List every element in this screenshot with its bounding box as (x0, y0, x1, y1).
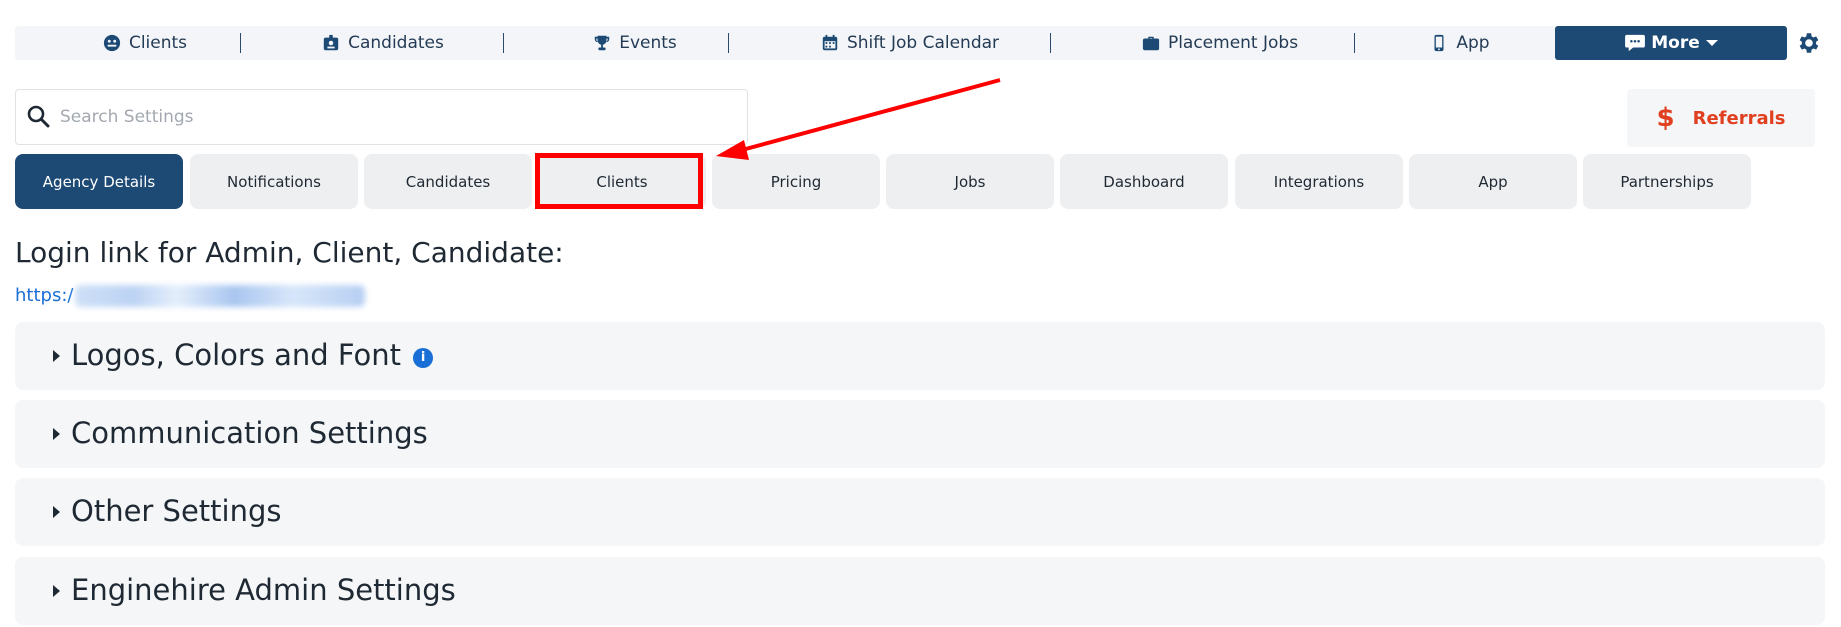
nav-events-label: Events (619, 33, 677, 53)
tab-label: Candidates (405, 172, 491, 191)
nav-events[interactable]: Events (575, 26, 695, 60)
tab-label: Partnerships (1620, 172, 1714, 191)
search-icon (26, 104, 52, 130)
nav-app[interactable]: App (1415, 26, 1505, 60)
trophy-icon (593, 34, 611, 52)
clients-icon (103, 34, 121, 52)
login-link-title: Login link for Admin, Client, Candidate: (15, 236, 564, 269)
tab-notifications[interactable]: Notifications (190, 154, 358, 209)
tab-jobs[interactable]: Jobs (886, 154, 1054, 209)
tab-pricing[interactable]: Pricing (712, 154, 880, 209)
tab-label: Notifications (227, 172, 321, 191)
nav-clients[interactable]: Clients (75, 26, 215, 60)
nav-divider (1354, 33, 1355, 53)
tab-label: Clients (596, 172, 648, 191)
candidates-icon (322, 34, 340, 52)
gear-icon (1795, 30, 1821, 56)
nav-placement-jobs-label: Placement Jobs (1167, 33, 1299, 53)
section-enginehire-admin-settings[interactable]: Enginehire Admin Settings (15, 557, 1825, 625)
tab-label: Agency Details (42, 172, 156, 191)
tab-label: Pricing (770, 172, 822, 191)
section-title: Logos, Colors and Font i (71, 338, 434, 372)
more-button[interactable]: More (1555, 26, 1787, 60)
nav-app-label: App (1456, 33, 1490, 53)
tab-label: App (1478, 172, 1508, 191)
phone-icon (1430, 34, 1448, 52)
nav-placement-jobs[interactable]: Placement Jobs (1115, 26, 1325, 60)
briefcase-icon (1142, 34, 1160, 52)
section-title: Enginehire Admin Settings (71, 573, 456, 607)
more-label: More (1651, 33, 1700, 53)
tab-agency-details[interactable]: Agency Details (15, 154, 183, 209)
caret-right-icon (53, 428, 60, 440)
nav-divider (728, 33, 729, 53)
referrals-button[interactable]: $ Referrals (1627, 89, 1815, 147)
nav-divider (503, 33, 504, 53)
tab-label: Jobs (954, 172, 986, 191)
caret-right-icon (53, 350, 60, 362)
nav-divider (240, 33, 241, 53)
search-input[interactable] (58, 98, 722, 136)
section-title: Communication Settings (71, 416, 428, 450)
nav-shift-job-calendar-label: Shift Job Calendar (846, 33, 1000, 53)
chat-icon (1624, 34, 1646, 52)
section-communication-settings[interactable]: Communication Settings (15, 400, 1825, 468)
settings-gear-button[interactable] (1793, 28, 1823, 58)
tab-label: Dashboard (1103, 172, 1185, 191)
nav-clients-label: Clients (128, 33, 188, 53)
tab-partnerships[interactable]: Partnerships (1583, 154, 1751, 209)
top-nav: Clients Candidates Events Shift Job Cale… (15, 26, 1785, 60)
caret-right-icon (53, 506, 60, 518)
tab-label: Integrations (1273, 172, 1365, 191)
nav-candidates[interactable]: Candidates (303, 26, 463, 60)
info-icon[interactable]: i (413, 347, 434, 368)
nav-candidates-label: Candidates (348, 33, 444, 53)
redacted-url (75, 285, 366, 307)
tab-app[interactable]: App (1409, 154, 1577, 209)
login-link-text: https:/ (15, 285, 74, 306)
nav-shift-job-calendar[interactable]: Shift Job Calendar (795, 26, 1025, 60)
dollar-icon: $ (1656, 103, 1675, 133)
section-title-text: Logos, Colors and Font (71, 338, 402, 372)
tab-clients[interactable]: Clients (538, 154, 706, 209)
referrals-label: Referrals (1692, 107, 1786, 129)
tab-integrations[interactable]: Integrations (1235, 154, 1403, 209)
section-title: Other Settings (71, 494, 282, 528)
section-other-settings[interactable]: Other Settings (15, 478, 1825, 546)
tab-dashboard[interactable]: Dashboard (1060, 154, 1228, 209)
caret-right-icon (53, 585, 60, 597)
caret-down-icon (1705, 40, 1718, 46)
nav-divider (1050, 33, 1051, 53)
calendar-icon (821, 34, 839, 52)
tab-candidates[interactable]: Candidates (364, 154, 532, 209)
login-link[interactable]: https:/ (15, 285, 366, 307)
search-box (15, 89, 748, 145)
section-logos-colors-font[interactable]: Logos, Colors and Font i (15, 322, 1825, 390)
